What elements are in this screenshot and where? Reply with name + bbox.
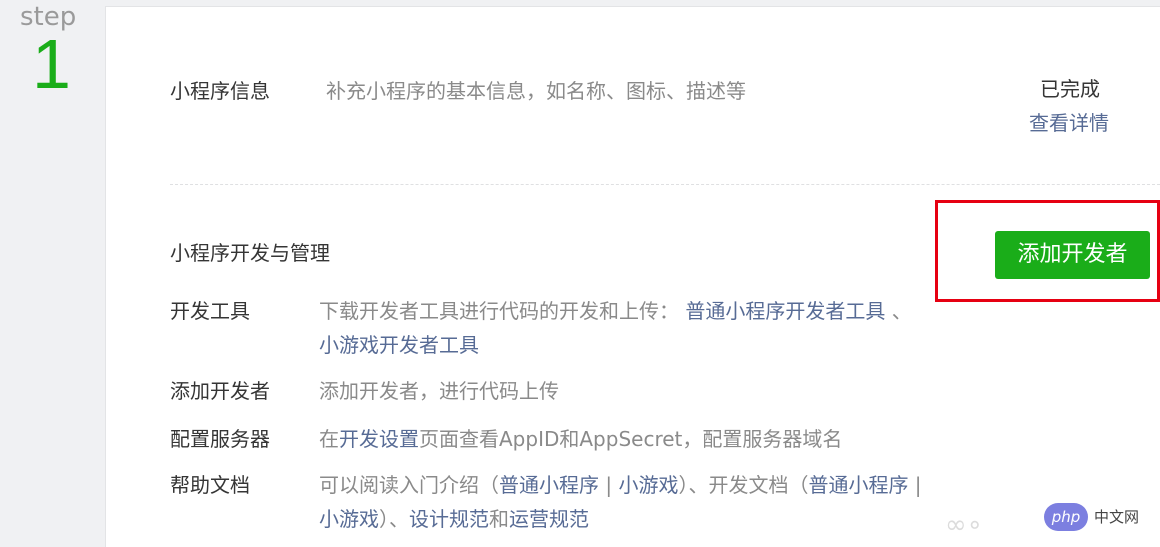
decorative-scribble-icon: ∞∘: [945, 510, 983, 540]
row-label-configure-server: 配置服务器: [170, 427, 270, 451]
row-configure-server-desc: 在开发设置页面查看AppID和AppSecret，配置服务器域名: [319, 423, 842, 452]
design-guidelines-link[interactable]: 设计规范: [409, 507, 489, 531]
row-dev-tools-desc-line2: 小游戏开发者工具: [319, 329, 479, 358]
dev-tools-text: 下载开发者工具进行代码的开发和上传：: [319, 299, 679, 323]
php-logo-icon: php: [1044, 502, 1088, 531]
intro-mini-program-link[interactable]: 普通小程序: [499, 473, 599, 497]
help-text-4: 和: [489, 507, 509, 531]
server-text-prefix: 在: [319, 427, 339, 451]
step-indicator: step 1: [0, 0, 100, 539]
row-help-docs-desc-line2: 小游戏）、设计规范和运营规范: [319, 503, 589, 532]
watermark-text: 中文网: [1094, 508, 1140, 526]
add-developer-button[interactable]: 添加开发者: [995, 231, 1150, 279]
dev-section-title: 小程序开发与管理: [170, 241, 330, 265]
help-separator-2: |: [908, 473, 922, 497]
help-text-3: ）、: [379, 507, 409, 531]
row-help-docs-desc: 可以阅读入门介绍（普通小程序 | 小游戏）、开发文档（普通小程序 |: [319, 469, 922, 498]
help-separator-1: |: [599, 473, 619, 497]
info-description: 补充小程序的基本信息，如名称、图标、描述等: [326, 79, 746, 103]
section-divider: [170, 184, 1160, 185]
info-status: 已完成: [1040, 77, 1100, 101]
row-dev-tools-desc: 下载开发者工具进行代码的开发和上传： 普通小程序开发者工具 、: [319, 295, 912, 324]
operation-guidelines-link[interactable]: 运营规范: [509, 507, 589, 531]
info-title: 小程序信息: [170, 79, 270, 103]
intro-mini-game-link[interactable]: 小游戏: [618, 473, 678, 497]
row-add-developer-desc: 添加开发者，进行代码上传: [319, 379, 559, 403]
help-text-1: 可以阅读入门介绍（: [319, 473, 499, 497]
row-label-help-docs: 帮助文档: [170, 473, 250, 497]
help-text-2: ）、开发文档（: [678, 473, 809, 497]
docs-mini-game-link[interactable]: 小游戏: [319, 507, 379, 531]
dev-tools-separator: 、: [891, 299, 912, 323]
row-label-dev-tools: 开发工具: [170, 299, 250, 323]
docs-mini-program-link[interactable]: 普通小程序: [808, 473, 908, 497]
server-text-suffix: 页面查看AppID和AppSecret，配置服务器域名: [419, 427, 843, 451]
setup-card: 小程序信息 补充小程序的基本信息，如名称、图标、描述等 已完成 查看详情 小程序…: [105, 6, 1160, 547]
mini-game-devtools-link[interactable]: 小游戏开发者工具: [319, 333, 479, 357]
view-details-link[interactable]: 查看详情: [1029, 107, 1109, 136]
dev-settings-link[interactable]: 开发设置: [339, 427, 419, 451]
row-label-add-developer: 添加开发者: [170, 379, 270, 403]
site-watermark: php 中文网: [1040, 494, 1160, 539]
step-number: 1: [32, 25, 71, 103]
mini-program-devtools-link[interactable]: 普通小程序开发者工具: [685, 299, 885, 323]
